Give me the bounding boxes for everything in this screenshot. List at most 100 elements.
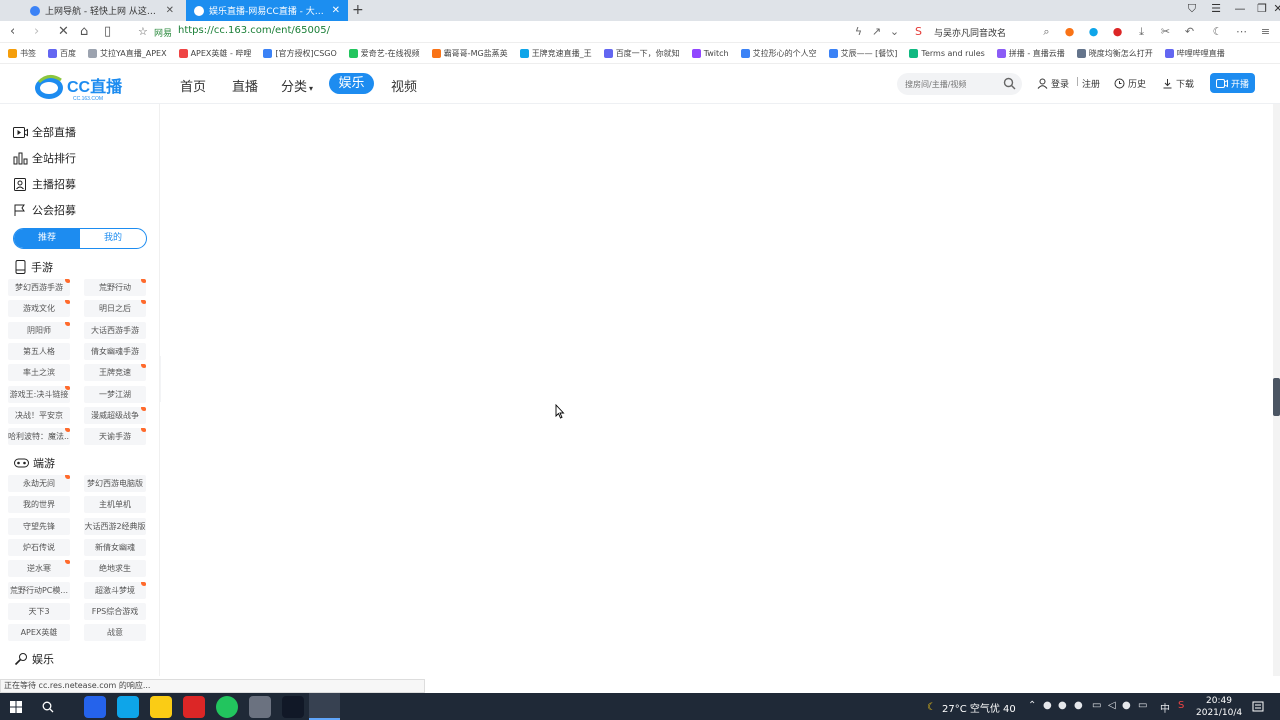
bookmark-item[interactable]: 艾拉YA直播_APEX bbox=[88, 48, 167, 59]
system-clock[interactable]: 20:49 2021/10/4 bbox=[1196, 695, 1242, 719]
scrollbar-thumb[interactable] bbox=[1273, 378, 1280, 416]
nav-entertainment[interactable]: 娱乐 bbox=[329, 73, 374, 94]
edge-icon[interactable] bbox=[117, 696, 139, 718]
url-input[interactable]: https://cc.163.com/ent/65005/ bbox=[178, 25, 330, 36]
weibo-icon[interactable]: ● bbox=[1111, 25, 1124, 38]
search-icon[interactable] bbox=[1003, 77, 1016, 90]
game-category-chip[interactable]: 我的世界 bbox=[8, 496, 70, 514]
netease-music-icon[interactable] bbox=[183, 696, 205, 718]
search-suggestion[interactable]: 与吴亦凡同音改名 bbox=[934, 26, 1006, 39]
menu-icon[interactable]: ≡ bbox=[1259, 25, 1272, 38]
new-tab-button[interactable]: + bbox=[352, 2, 364, 18]
night-mode-icon[interactable]: ☾ bbox=[1211, 25, 1224, 38]
game-category-chip[interactable]: 决战！平安京 bbox=[8, 406, 70, 424]
bookmark-item[interactable]: 书签 bbox=[8, 48, 36, 59]
chevron-up-icon[interactable]: ⌃ bbox=[1028, 700, 1036, 711]
sync-icon[interactable]: ● bbox=[1122, 700, 1131, 711]
game-category-chip[interactable]: 王牌竞速 bbox=[84, 364, 146, 382]
game-category-chip[interactable]: 哈利波特：魔法... bbox=[8, 428, 70, 446]
network-icon[interactable]: ▭ bbox=[1092, 700, 1101, 711]
game-category-chip[interactable]: 天下3 bbox=[8, 602, 70, 620]
game-category-chip[interactable]: 第五人格 bbox=[8, 342, 70, 360]
bookmark-item[interactable]: 哔哩哔哩直播 bbox=[1164, 48, 1225, 59]
game-category-chip[interactable]: 梦幻西游电脑版 bbox=[84, 475, 146, 492]
bookmark-item[interactable]: Twitch bbox=[691, 49, 729, 58]
cc-live-logo[interactable]: CC直播 CC.163.COM bbox=[33, 70, 129, 102]
game-category-chip[interactable]: 漫威超级战争 bbox=[84, 406, 146, 424]
game-icon[interactable]: ● bbox=[1063, 25, 1076, 38]
undo-icon[interactable]: ↶ bbox=[1183, 25, 1196, 38]
register-link[interactable]: 注册 bbox=[1082, 77, 1100, 90]
close-icon[interactable]: ✕ bbox=[166, 5, 174, 16]
section-entertainment[interactable]: 娱乐 bbox=[14, 651, 54, 667]
bookmark-item[interactable]: 百度一下，你就知 bbox=[603, 48, 680, 59]
game-category-chip[interactable]: 一梦江湖 bbox=[84, 385, 146, 403]
sidebar-item-ranking[interactable]: 全站排行 bbox=[13, 150, 76, 166]
game-category-chip[interactable]: 荒野行动 bbox=[84, 279, 146, 296]
ime-indicator[interactable]: 中 bbox=[1160, 700, 1170, 715]
search-icon[interactable]: ⌕ bbox=[1040, 25, 1053, 38]
bookmark-item[interactable]: 艾辰—— [餐饮] bbox=[828, 48, 897, 59]
nav-live[interactable]: 直播 bbox=[232, 76, 258, 95]
bookmark-item[interactable]: 晓度均衡怎么打开 bbox=[1076, 48, 1153, 59]
tray-app-icon[interactable]: ● bbox=[1074, 700, 1083, 711]
microphone-icon[interactable]: ● bbox=[1043, 700, 1052, 711]
search-input[interactable] bbox=[897, 73, 992, 95]
minimize-button[interactable]: — bbox=[1228, 2, 1252, 15]
game-category-chip[interactable]: 绝地求生 bbox=[84, 560, 146, 578]
game-category-chip[interactable]: 倩女幽魂手游 bbox=[84, 342, 146, 360]
start-live-button[interactable]: 开播 bbox=[1210, 73, 1255, 93]
more-icon[interactable]: ⋯ bbox=[1235, 25, 1248, 38]
history-link[interactable]: 历史 bbox=[1114, 77, 1146, 90]
tab-navigation[interactable]: 上网导航 - 轻快上网 从这里开始 ✕ bbox=[22, 0, 182, 21]
windows-start-icon[interactable] bbox=[10, 701, 22, 713]
tab-recommend[interactable]: 推荐 bbox=[14, 229, 80, 248]
app-icon[interactable] bbox=[84, 696, 106, 718]
bookmark-item[interactable]: 爱奇艺-在线视频 bbox=[348, 48, 420, 59]
bookmark-item[interactable]: 王牌竞速直播_王 bbox=[519, 48, 592, 59]
game-category-chip[interactable]: 超激斗梦境 bbox=[84, 581, 146, 599]
close-icon[interactable]: ✕ bbox=[332, 5, 340, 16]
login-link[interactable]: 登录 bbox=[1037, 77, 1069, 90]
game-category-chip[interactable]: APEX英雄 bbox=[8, 624, 70, 642]
home-icon[interactable]: ⌂ bbox=[80, 24, 88, 39]
game-category-chip[interactable]: FPS综合游戏 bbox=[84, 602, 146, 620]
sidebar-item-guild-recruit[interactable]: 公会招募 bbox=[13, 202, 76, 218]
game-category-chip[interactable]: 率土之滨 bbox=[8, 364, 70, 382]
game-category-chip[interactable]: 守望先锋 bbox=[8, 517, 70, 535]
volume-icon[interactable]: ◁ bbox=[1108, 700, 1116, 711]
steam-icon[interactable] bbox=[282, 696, 304, 718]
bookmark-item[interactable]: 拼播 - 直播云播 bbox=[996, 48, 1065, 59]
bookmark-item[interactable]: [官方授权]CSGO bbox=[263, 48, 337, 59]
search-engine-icon[interactable]: S bbox=[912, 25, 925, 38]
wechat-icon[interactable] bbox=[216, 696, 238, 718]
favorite-star-icon[interactable]: ☆ bbox=[138, 25, 148, 38]
nav-home[interactable]: 首页 bbox=[180, 76, 206, 95]
notification-center-icon[interactable] bbox=[1252, 701, 1264, 713]
tab-cc-live[interactable]: 娱乐直播-网易CC直播 - 大型游戏影 ✕ bbox=[186, 0, 348, 21]
keyboard-icon[interactable]: ▭ bbox=[1138, 700, 1147, 711]
menu-icon[interactable]: ☰ bbox=[1204, 2, 1228, 15]
weather-widget[interactable]: ☾ 27°C 空气优 40 bbox=[927, 700, 1016, 715]
extension-icon[interactable]: ● bbox=[1087, 25, 1100, 38]
tab-mine[interactable]: 我的 bbox=[80, 229, 146, 248]
chevron-down-icon[interactable]: ⌄ bbox=[888, 25, 901, 38]
game-category-chip[interactable]: 炉石传说 bbox=[8, 538, 70, 556]
download-link[interactable]: 下载 bbox=[1162, 77, 1194, 90]
share-icon[interactable]: ↗ bbox=[870, 25, 883, 38]
game-category-chip[interactable]: 大话西游2经典版 bbox=[84, 517, 146, 535]
reader-icon[interactable]: ▯ bbox=[104, 24, 111, 39]
scissors-icon[interactable]: ✂ bbox=[1159, 25, 1172, 38]
back-icon[interactable]: ‹ bbox=[10, 24, 15, 39]
game-category-chip[interactable]: 天谕手游 bbox=[84, 428, 146, 446]
qq-icon[interactable] bbox=[150, 696, 172, 718]
game-category-chip[interactable]: 阴阳师 bbox=[8, 321, 70, 339]
notification-icon[interactable]: ● bbox=[1058, 700, 1067, 711]
bookmark-item[interactable]: 霸哥哥-MG盐蒸英 bbox=[431, 48, 508, 59]
lightning-icon[interactable]: ϟ bbox=[852, 25, 865, 38]
forward-icon[interactable]: › bbox=[34, 24, 39, 39]
section-pc-games[interactable]: 端游 bbox=[14, 455, 55, 471]
sidebar-item-anchor-recruit[interactable]: 主播招募 bbox=[13, 176, 76, 192]
bookmark-item[interactable]: 百度 bbox=[48, 48, 76, 59]
game-category-chip[interactable]: 游戏王:决斗链接 bbox=[8, 385, 70, 403]
